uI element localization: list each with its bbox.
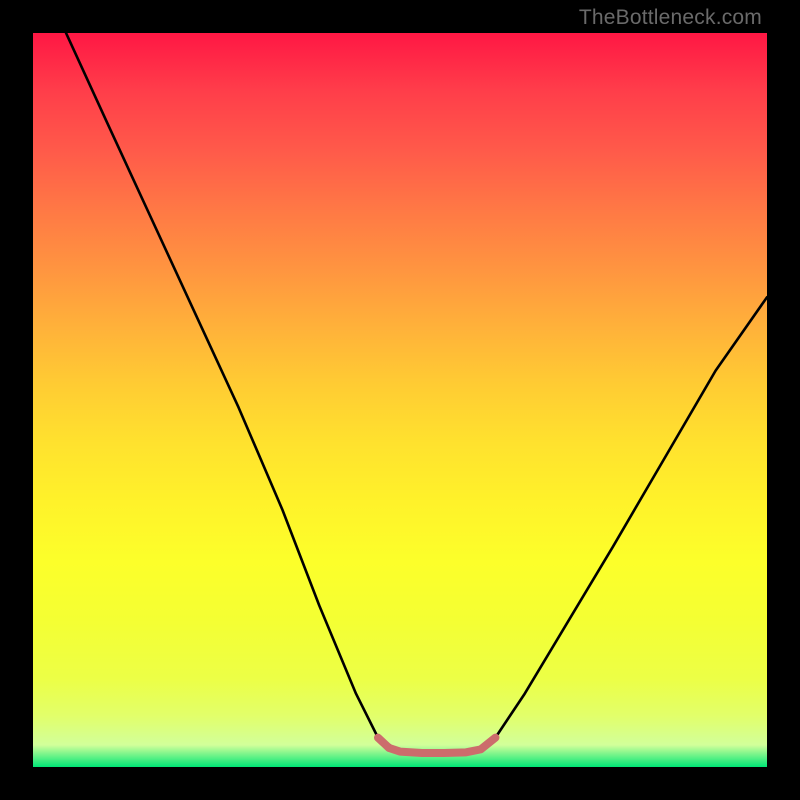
black-curve bbox=[66, 33, 767, 752]
bottom-highlight bbox=[378, 738, 495, 753]
chart-frame: TheBottleneck.com bbox=[0, 0, 800, 800]
watermark-text: TheBottleneck.com bbox=[579, 6, 762, 30]
plot-area bbox=[33, 33, 767, 767]
curve-svg bbox=[33, 33, 767, 767]
